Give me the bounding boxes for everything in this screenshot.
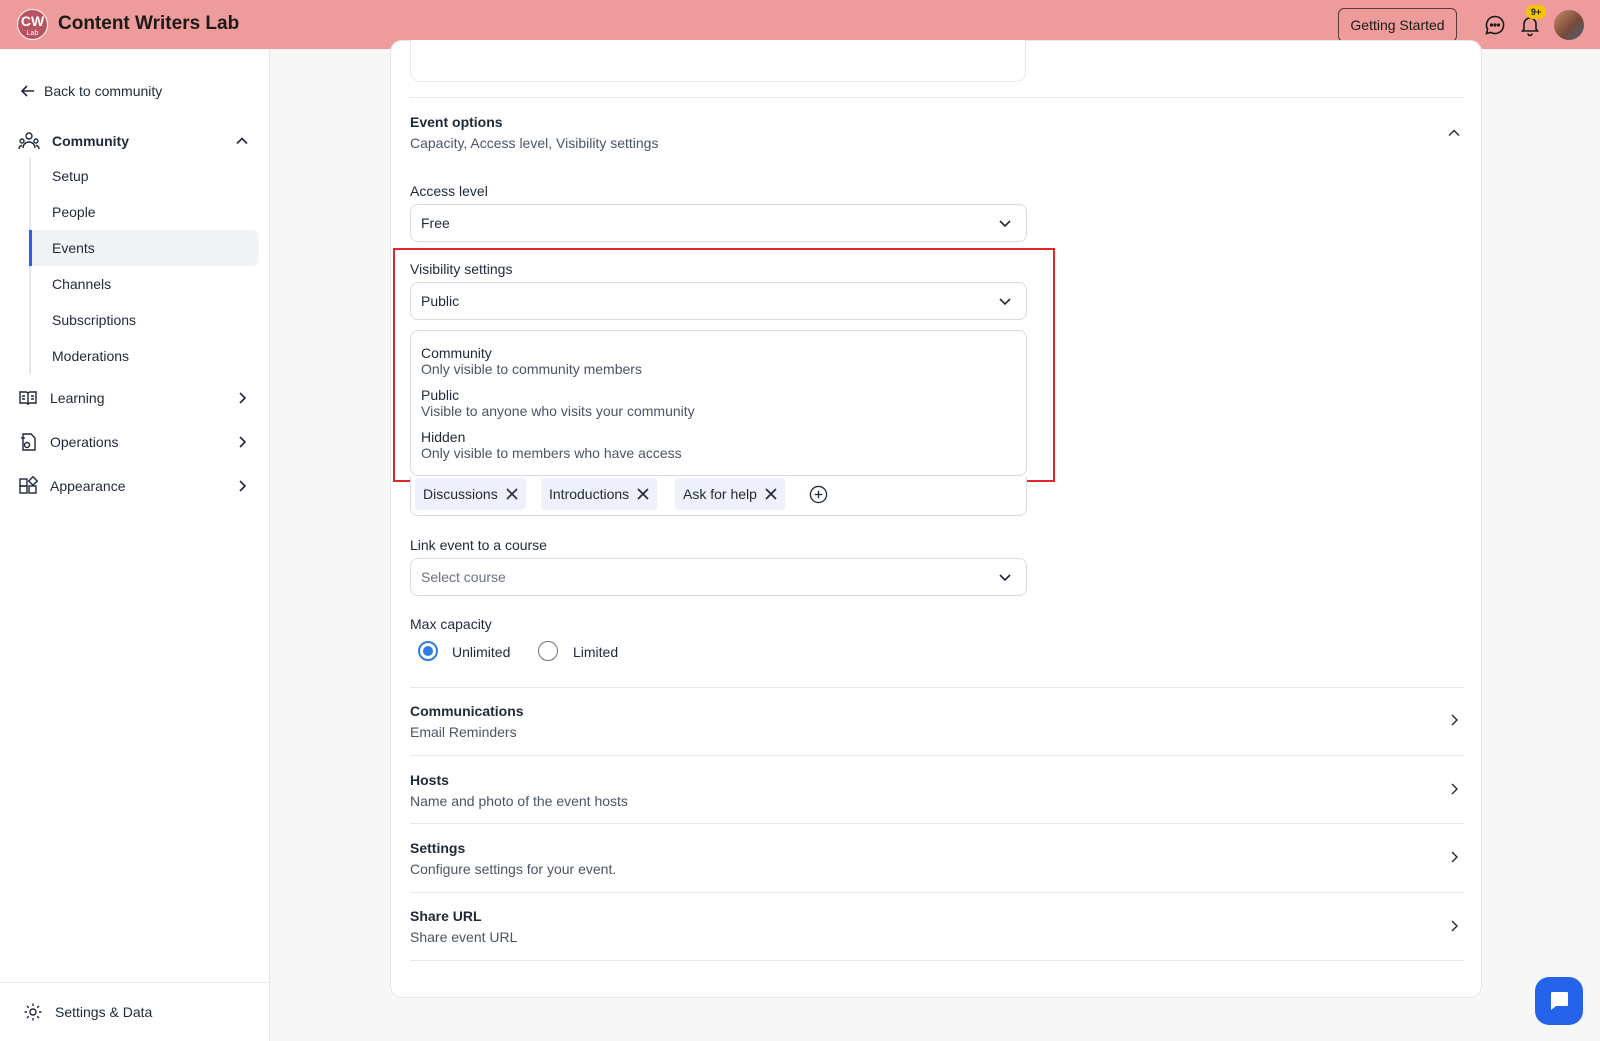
sidebar-group-label: Learning: [50, 390, 105, 406]
share-url-section-subtitle: Share event URL: [410, 929, 518, 945]
support-chat-button[interactable]: [1535, 977, 1583, 1025]
close-icon[interactable]: [506, 488, 518, 500]
chevron-right-icon[interactable]: [1446, 918, 1462, 934]
tag-ask-for-help: Ask for help: [675, 478, 785, 510]
logo-text: CW: [20, 13, 45, 29]
chevron-right-icon[interactable]: [234, 434, 250, 450]
tag-discussions: Discussions: [415, 478, 526, 510]
access-level-select[interactable]: Free: [410, 204, 1027, 242]
sidebar-group-label: Appearance: [50, 478, 126, 494]
communications-section-title[interactable]: Communications: [410, 703, 524, 719]
limited-label[interactable]: Limited: [573, 644, 618, 660]
settings-section-title[interactable]: Settings: [410, 840, 465, 856]
message-icon: [1551, 992, 1568, 1010]
back-to-community-link[interactable]: Back to community: [20, 83, 162, 99]
unlimited-radio[interactable]: [418, 641, 438, 661]
chevron-right-icon[interactable]: [234, 390, 250, 406]
sidebar: Back to community Community Setup People…: [0, 49, 270, 1041]
previous-field-input[interactable]: [410, 40, 1026, 82]
tag-introductions: Introductions: [541, 478, 658, 510]
access-level-value: Free: [421, 215, 450, 231]
divider: [410, 960, 1464, 961]
sidebar-group-label: Operations: [50, 434, 119, 450]
sidebar-group-label: Community: [52, 133, 129, 149]
event-options-subtitle: Capacity, Access level, Visibility setti…: [410, 135, 659, 151]
community-logo[interactable]: CW Lab: [17, 9, 48, 40]
course-select[interactable]: Select course: [410, 558, 1027, 596]
add-circle-icon[interactable]: [809, 485, 828, 504]
communications-section-subtitle: Email Reminders: [410, 724, 517, 740]
hosts-section-title[interactable]: Hosts: [410, 772, 449, 788]
community-icon: [18, 132, 40, 150]
sidebar-item-subscriptions[interactable]: Subscriptions: [29, 302, 259, 338]
chevron-down-icon: [999, 220, 1011, 228]
divider: [410, 823, 1464, 824]
tag-label: Ask for help: [683, 486, 757, 502]
max-capacity-label: Max capacity: [410, 616, 492, 632]
settings-and-data-label: Settings & Data: [55, 1004, 153, 1020]
getting-started-button[interactable]: Getting Started: [1338, 8, 1457, 42]
sidebar-group-learning[interactable]: Learning: [18, 388, 250, 408]
settings-section-subtitle: Configure settings for your event.: [410, 861, 617, 877]
event-options-title[interactable]: Event options: [410, 114, 503, 130]
divider: [410, 687, 1464, 688]
sidebar-group-operations[interactable]: Operations: [18, 432, 250, 452]
highlight-box: [393, 248, 1055, 482]
community-subnav: Setup People Events Channels Subscriptio…: [29, 158, 259, 374]
tag-label: Discussions: [423, 486, 498, 502]
chevron-down-icon: [999, 574, 1011, 582]
divider: [410, 97, 1464, 98]
course-link-label: Link event to a course: [410, 537, 547, 553]
gear-icon: [24, 1003, 42, 1021]
settings-and-data-link[interactable]: Settings & Data: [0, 982, 269, 1041]
logo-subtext: Lab: [26, 30, 39, 37]
chevron-up-icon[interactable]: [1446, 125, 1462, 141]
sidebar-item-events[interactable]: Events: [29, 230, 259, 266]
course-placeholder: Select course: [421, 569, 506, 585]
close-icon[interactable]: [637, 488, 649, 500]
arrow-left-icon: [20, 85, 34, 97]
chevron-right-icon[interactable]: [1446, 849, 1462, 865]
divider: [410, 755, 1464, 756]
appearance-icon: [19, 476, 38, 494]
app-name[interactable]: Content Writers Lab: [58, 13, 239, 35]
share-url-section-title[interactable]: Share URL: [410, 908, 482, 924]
access-level-label: Access level: [410, 183, 488, 199]
chevron-right-icon[interactable]: [1446, 712, 1462, 728]
tag-label: Introductions: [549, 486, 630, 502]
chat-bubble-icon[interactable]: [1483, 13, 1507, 37]
chevron-right-icon[interactable]: [1446, 781, 1462, 797]
sidebar-item-setup[interactable]: Setup: [29, 158, 259, 194]
book-icon: [19, 391, 37, 406]
close-icon[interactable]: [765, 488, 777, 500]
unlimited-label[interactable]: Unlimited: [452, 644, 510, 660]
notification-badge: 9+: [1526, 5, 1546, 19]
chevron-right-icon[interactable]: [234, 478, 250, 494]
divider: [410, 892, 1464, 893]
sidebar-group-community[interactable]: Community: [18, 130, 250, 152]
sidebar-group-appearance[interactable]: Appearance: [18, 476, 250, 496]
user-avatar[interactable]: [1554, 10, 1584, 40]
sidebar-item-moderations[interactable]: Moderations: [29, 338, 259, 374]
chevron-up-icon[interactable]: [234, 133, 250, 149]
hosts-section-subtitle: Name and photo of the event hosts: [410, 793, 628, 809]
back-label: Back to community: [44, 83, 163, 99]
sidebar-item-people[interactable]: People: [29, 194, 259, 230]
sidebar-item-channels[interactable]: Channels: [29, 266, 259, 302]
limited-radio[interactable]: [538, 641, 558, 661]
operations-icon: [21, 433, 36, 451]
event-form-card: [390, 40, 1482, 998]
